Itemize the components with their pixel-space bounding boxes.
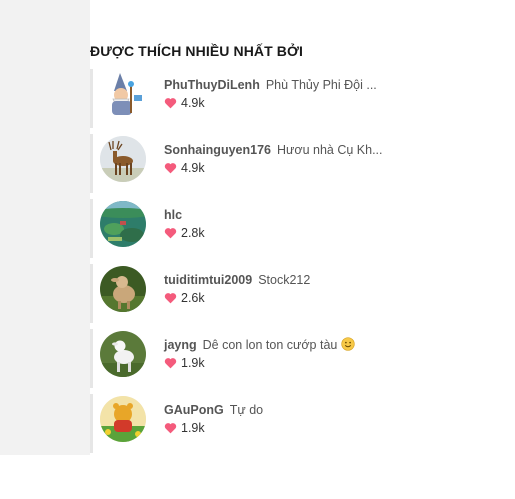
like-count: 4.9k bbox=[181, 96, 205, 110]
like-count: 1.9k bbox=[181, 356, 205, 370]
heart-icon bbox=[164, 228, 177, 239]
list-item: Sonhainguyen176 Hươu nhà Cụ Kh... 4.9k bbox=[90, 132, 515, 197]
lamb-avatar[interactable] bbox=[100, 266, 146, 312]
username-link[interactable]: hlc bbox=[164, 208, 182, 222]
heart-icon bbox=[164, 293, 177, 304]
item-rail bbox=[90, 394, 93, 453]
landscape-avatar[interactable] bbox=[100, 201, 146, 247]
section-title: ĐƯỢC THÍCH NHIỀU NHẤT BỞI bbox=[90, 43, 303, 59]
list-item: PhuThuyDiLenh Phù Thủy Phi Đội ... 4.9k bbox=[90, 67, 515, 132]
pooh-avatar[interactable] bbox=[100, 396, 146, 442]
like-count: 4.9k bbox=[181, 161, 205, 175]
like-count: 2.6k bbox=[181, 291, 205, 305]
user-description: Phù Thủy Phi Đội ... bbox=[265, 78, 377, 92]
item-rail bbox=[90, 264, 93, 323]
heart-icon bbox=[164, 423, 177, 434]
item-rail bbox=[90, 134, 93, 193]
heart-icon bbox=[164, 358, 177, 369]
item-rail bbox=[90, 329, 93, 388]
username-link[interactable]: GAuPonG bbox=[164, 403, 224, 417]
heart-icon bbox=[164, 98, 177, 109]
username-link[interactable]: tuiditimtui2009 bbox=[164, 273, 252, 287]
left-gray-strip bbox=[0, 0, 90, 455]
list-item: GAuPonG Tự do 1.9k bbox=[90, 392, 515, 457]
most-liked-panel: ĐƯỢC THÍCH NHIỀU NHẤT BỞI PhuThuyDiLenh P… bbox=[90, 0, 515, 499]
username-link[interactable]: jayng bbox=[164, 338, 197, 352]
user-description: Hươu nhà Cụ Kh... bbox=[276, 143, 383, 157]
heart-icon bbox=[164, 163, 177, 174]
item-rail bbox=[90, 69, 93, 128]
user-description: Dê con lon ton cướp tàu bbox=[202, 338, 338, 352]
user-description: Stock212 bbox=[258, 273, 311, 287]
smiley-icon bbox=[341, 337, 356, 351]
goat-avatar[interactable] bbox=[100, 331, 146, 377]
wizard-avatar[interactable] bbox=[100, 71, 146, 117]
list-item: jayng Dê con lon ton cướp tàu 1.9k bbox=[90, 327, 515, 392]
like-count: 2.8k bbox=[181, 226, 205, 240]
deer-avatar[interactable] bbox=[100, 136, 146, 182]
username-link[interactable]: Sonhainguyen176 bbox=[164, 143, 271, 157]
list-item: tuiditimtui2009 Stock212 2.6k bbox=[90, 262, 515, 327]
list-item: hlc 2.8k bbox=[90, 197, 515, 262]
user-description: Tự do bbox=[229, 403, 264, 417]
like-count: 1.9k bbox=[181, 421, 205, 435]
username-link[interactable]: PhuThuyDiLenh bbox=[164, 78, 260, 92]
liked-by-list: PhuThuyDiLenh Phù Thủy Phi Đội ... 4.9k bbox=[90, 67, 515, 457]
item-rail bbox=[90, 199, 93, 258]
